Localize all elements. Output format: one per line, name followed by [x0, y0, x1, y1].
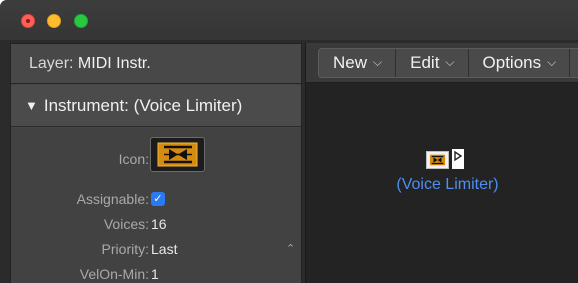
icon-label: Icon: — [118, 151, 149, 167]
voices-value[interactable]: 16 — [151, 213, 167, 235]
velon-row: VelOn-Min: 1 — [11, 263, 301, 283]
layer-selector[interactable]: Layer: MIDI Instr. — [11, 44, 301, 84]
chevron-down-icon: ⌵ — [373, 55, 383, 69]
app-window: Layer: MIDI Instr. ▼ Instrument: (Voice L… — [0, 0, 578, 283]
minimize-button[interactable] — [47, 14, 61, 28]
inspector-panel: Layer: MIDI Instr. ▼ Instrument: (Voice L… — [10, 43, 302, 283]
up-down-chevron-icon[interactable]: ⌃ — [286, 238, 295, 260]
instrument-name: (Voice Limiter) — [133, 96, 243, 115]
edit-menu[interactable]: Edit ⌵ — [396, 49, 469, 77]
edit-menu-label: Edit — [410, 53, 440, 72]
voices-label: Voices: — [103, 216, 149, 232]
close-button[interactable] — [21, 14, 35, 28]
velon-value[interactable]: 1 — [151, 263, 159, 283]
menu-group: New ⌵ Edit ⌵ Options ⌵ — [318, 48, 578, 78]
new-menu-label: New — [333, 53, 368, 72]
environment-object-label[interactable]: (Voice Limiter) — [306, 176, 578, 194]
layer-label: Layer: — [29, 55, 74, 72]
output-port-icon[interactable] — [452, 149, 464, 169]
zoom-button[interactable] — [74, 14, 88, 28]
environment-pane: New ⌵ Edit ⌵ Options ⌵ (Voice Limiter) — [305, 43, 578, 283]
options-menu[interactable]: Options ⌵ — [469, 49, 571, 77]
voice-limiter-icon — [157, 142, 198, 167]
priority-value[interactable]: Last — [151, 238, 177, 260]
title-bar — [0, 0, 578, 40]
voices-row: Voices: 16 — [11, 213, 301, 235]
instrument-label: Instrument: — [43, 96, 129, 115]
assignable-label: Assignable: — [76, 191, 149, 207]
chevron-down-icon: ⌵ — [445, 55, 455, 69]
priority-label: Priority: — [101, 241, 149, 257]
layer-value: MIDI Instr. — [77, 55, 151, 72]
instrument-section-header[interactable]: ▼ Instrument: (Voice Limiter) — [11, 85, 301, 127]
new-menu[interactable]: New ⌵ — [319, 49, 397, 77]
voice-limiter-object-icon[interactable] — [426, 151, 449, 169]
environment-toolbar: New ⌵ Edit ⌵ Options ⌵ — [306, 43, 578, 83]
priority-row: Priority: Last ⌃ — [11, 238, 301, 260]
chevron-down-icon: ⌵ — [547, 55, 557, 69]
options-menu-label: Options — [482, 53, 542, 72]
icon-picker[interactable] — [150, 137, 205, 172]
assignable-checkbox[interactable]: ✓ — [151, 192, 165, 206]
velon-label: VelOn-Min: — [79, 266, 149, 282]
disclosure-triangle-icon[interactable]: ▼ — [25, 98, 38, 113]
assignable-row: Assignable: ✓ — [11, 188, 301, 210]
